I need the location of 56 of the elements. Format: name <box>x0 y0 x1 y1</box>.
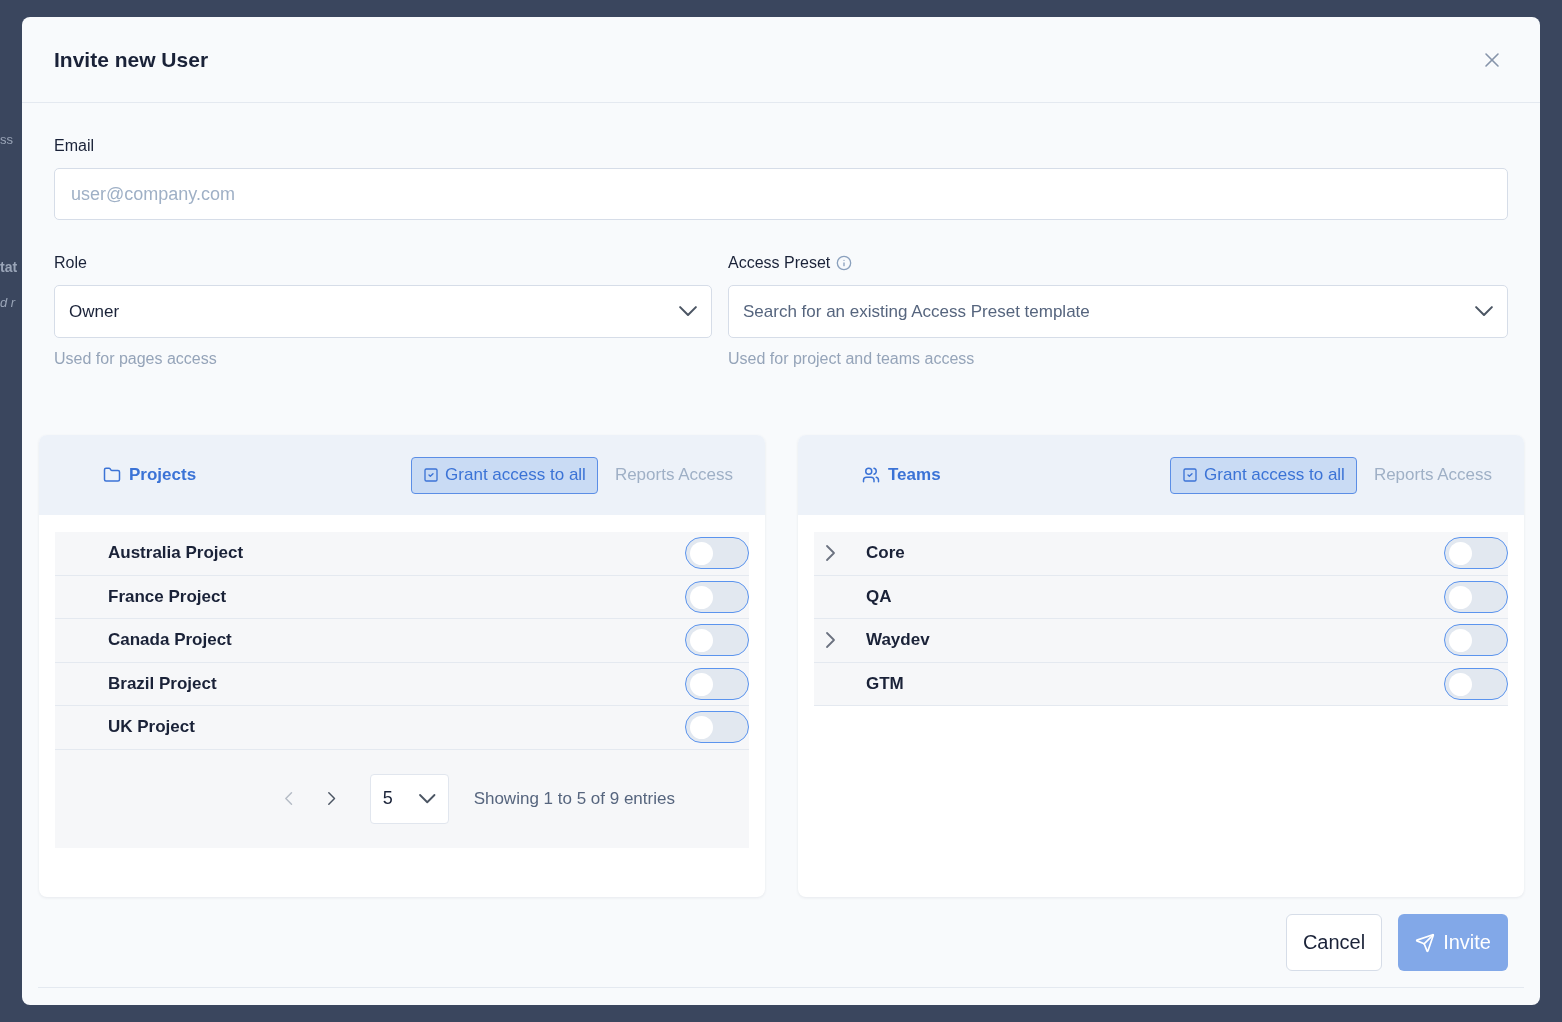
row-name: UK Project <box>108 717 195 738</box>
background-text: ss <box>0 132 14 147</box>
email-field[interactable]: user@company.com <box>54 168 1508 220</box>
role-value: Owner <box>69 301 120 322</box>
folder-icon <box>103 466 121 484</box>
access-preset-select[interactable]: Search for an existing Access Preset template <box>728 285 1508 338</box>
chevron-left-icon <box>285 792 293 805</box>
role-select[interactable]: Owner <box>54 285 712 338</box>
access-preset-label: Access Preset <box>728 254 831 272</box>
info-icon <box>836 255 853 271</box>
cancel-button[interactable]: Cancel <box>1285 914 1383 971</box>
toggle-switch[interactable] <box>685 711 749 744</box>
row-name: France Project <box>108 586 227 607</box>
row-name: Canada Project <box>108 630 232 651</box>
row-name: GTM <box>866 673 904 694</box>
checkbox-icon <box>423 467 440 483</box>
access-preset-placeholder: Search for an existing Access Preset template <box>743 301 1090 322</box>
reports-access-tab[interactable]: Reports Access <box>1373 465 1492 485</box>
toggle-switch[interactable] <box>685 537 749 570</box>
chevron-right-icon <box>826 545 835 562</box>
toggle-switch[interactable] <box>1444 580 1508 613</box>
send-icon <box>1415 932 1436 953</box>
row-name: Core <box>866 543 905 564</box>
checkbox-icon <box>1182 467 1199 483</box>
row-name: Waydev <box>866 630 930 651</box>
toggle-switch[interactable] <box>1444 667 1508 700</box>
page-size-value: 5 <box>382 788 393 809</box>
chevron-right-icon <box>328 792 336 805</box>
row-name: QA <box>866 586 892 607</box>
chevron-right-icon <box>826 632 835 649</box>
row-name: Brazil Project <box>108 673 217 694</box>
people-icon <box>862 466 880 484</box>
toggle-switch[interactable] <box>1444 624 1508 657</box>
role-label: Role <box>54 254 88 272</box>
grant-access-button[interactable]: Grant access to all <box>411 456 598 494</box>
access-preset-hint: Used for project and teams access <box>728 350 976 368</box>
chevron-down-icon <box>1475 306 1493 317</box>
background-text: tat <box>0 259 19 275</box>
page-size-select[interactable]: 5 <box>369 773 449 824</box>
toggle-switch[interactable] <box>685 580 749 613</box>
entries-summary: Showing 1 to 5 of 9 entries <box>473 788 675 809</box>
toggle-switch[interactable] <box>685 667 749 700</box>
toggle-switch[interactable] <box>685 624 749 657</box>
toggle-switch[interactable] <box>1444 537 1508 570</box>
chevron-down-icon <box>679 306 697 317</box>
panel-title: Projects <box>129 465 197 485</box>
background-text: d r <box>0 295 17 310</box>
chevron-down-icon <box>419 793 436 804</box>
dialog-title: Invite new User <box>54 47 209 72</box>
reports-access-tab[interactable]: Reports Access <box>614 465 733 485</box>
email-label: Email <box>54 137 95 155</box>
next-page-button[interactable] <box>328 792 336 805</box>
grant-access-button[interactable]: Grant access to all <box>1170 456 1357 494</box>
row-name: Australia Project <box>108 543 244 564</box>
panel-title: Teams <box>888 465 941 485</box>
role-hint: Used for pages access <box>54 350 218 368</box>
